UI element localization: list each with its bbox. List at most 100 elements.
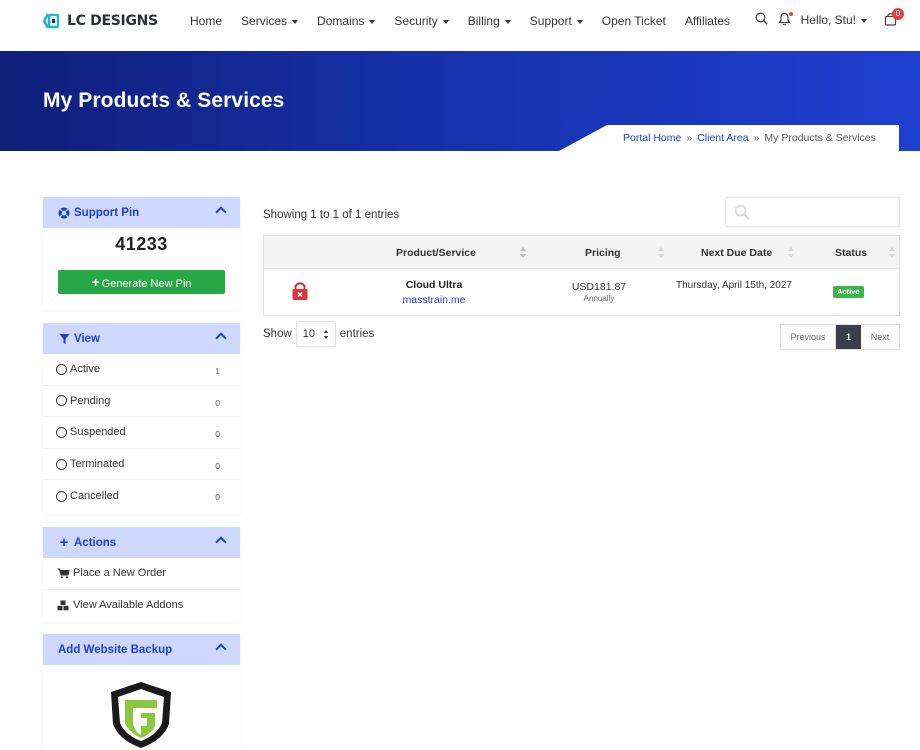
filter-count: 0: [215, 397, 220, 408]
products-table: Product/Service Pricing Next Due Date St…: [263, 235, 900, 316]
breadcrumb-separator-icon: »: [686, 132, 693, 144]
entries-label: entries: [339, 328, 375, 340]
filter-icon: [58, 333, 70, 345]
bell-icon[interactable]: [777, 12, 793, 28]
nav-domains[interactable]: Domains: [317, 14, 375, 28]
backup-shield-logo: [107, 680, 175, 750]
price-amount: USD181.87: [571, 281, 627, 293]
next-due-date: Thursday, April 15th, 2027: [676, 280, 792, 291]
view-filter-pending[interactable]: Pending 0: [43, 386, 240, 418]
actions-header[interactable]: + Actions: [43, 527, 240, 558]
generate-pin-button[interactable]: + Generate New Pin: [58, 270, 225, 294]
actions-title: Actions: [74, 536, 117, 549]
breadcrumb-separator-icon: »: [753, 132, 760, 144]
radio-icon: [56, 426, 67, 438]
filter-count: 0: [215, 492, 220, 503]
pagination-page-1[interactable]: 1: [836, 325, 861, 349]
view-filter-suspended[interactable]: Suspended 0: [43, 417, 240, 449]
page-title: My Products & Services: [43, 89, 285, 112]
product-domain-link[interactable]: masstrain.me: [364, 294, 504, 306]
notification-dot: [788, 12, 793, 16]
filter-count: 1: [215, 366, 220, 376]
chevron-up-icon[interactable]: [215, 206, 227, 218]
website-backup-panel: Add Website Backup: [43, 634, 240, 750]
page-size-control: Show 10 entries: [263, 321, 374, 347]
nav-affiliates[interactable]: Affiliates: [685, 14, 730, 28]
support-pin-title: Support Pin: [74, 206, 140, 219]
breadcrumb: Portal Home » Client Area » My Products & Se…: [559, 125, 899, 151]
logo-icon: [42, 12, 63, 30]
nav-open-ticket[interactable]: Open Ticket: [602, 14, 666, 28]
select-arrows-icon: [323, 330, 329, 339]
chevron-up-icon[interactable]: [215, 332, 227, 344]
pagination-next[interactable]: Next: [861, 325, 899, 349]
cart-icon[interactable]: 0: [884, 8, 904, 28]
view-filter-active[interactable]: Active 1: [43, 354, 240, 386]
brand-logo[interactable]: LC DESIGNS: [42, 11, 158, 31]
support-pin-header[interactable]: Support Pin: [43, 197, 240, 228]
nav-support[interactable]: Support: [530, 14, 583, 28]
page-header-banner: My Products & Services Portal Home » Clien…: [0, 51, 920, 151]
brand-name: LC DESIGNS: [67, 13, 158, 29]
view-title: View: [74, 332, 100, 345]
nav-home[interactable]: Home: [190, 14, 222, 28]
actions-panel: + Actions Place a New Order View Availab…: [43, 527, 240, 622]
view-filter-cancelled[interactable]: Cancelled 0: [43, 480, 240, 512]
ssl-lock-icon: [291, 281, 309, 304]
col-pricing[interactable]: Pricing: [585, 247, 621, 259]
cart-icon: [57, 568, 70, 579]
radio-icon: [56, 395, 67, 407]
search-icon: [734, 204, 750, 225]
main-menu: Home Services Domains Security Billing S…: [190, 14, 749, 28]
breadcrumb-client-area[interactable]: Client Area: [697, 132, 748, 144]
website-backup-title: Add Website Backup: [58, 643, 173, 656]
breadcrumb-portal-home[interactable]: Portal Home: [623, 132, 681, 144]
filter-count: 0: [215, 460, 220, 471]
chevron-up-icon[interactable]: [215, 643, 227, 655]
support-pin-value: 41233: [115, 234, 168, 254]
cubes-icon: [57, 600, 70, 611]
pagination: Previous 1 Next: [780, 324, 900, 350]
nav-security[interactable]: Security: [394, 14, 448, 28]
table-row[interactable]: Cloud Ultra masstrain.me USD181.87 Annua…: [264, 269, 899, 315]
nav-billing[interactable]: Billing: [468, 14, 511, 28]
search-icon[interactable]: [755, 12, 769, 28]
support-icon: [58, 207, 70, 219]
sort-icon[interactable]: [889, 247, 895, 258]
status-badge: Active: [833, 286, 864, 298]
sort-icon[interactable]: [658, 247, 664, 258]
website-backup-header[interactable]: Add Website Backup: [43, 634, 240, 665]
plus-icon: +: [91, 274, 100, 290]
nav-services[interactable]: Services: [241, 14, 298, 28]
view-header[interactable]: View: [43, 323, 240, 354]
chevron-up-icon[interactable]: [215, 536, 227, 548]
col-product-service[interactable]: Product/Service: [396, 247, 476, 259]
sort-icon[interactable]: [788, 247, 794, 258]
product-name: Cloud Ultra: [405, 279, 463, 291]
radio-icon: [56, 363, 67, 375]
table-header: Product/Service Pricing Next Due Date St…: [264, 236, 899, 269]
radio-icon: [56, 490, 67, 502]
view-panel: View Active 1 Pending 0 Suspended 0 Termina…: [43, 323, 240, 514]
user-menu[interactable]: Hello, Stu!: [801, 13, 867, 27]
cart-count-badge: 0: [892, 8, 904, 20]
breadcrumb-current: My Products & Services: [764, 132, 876, 144]
table-search-input[interactable]: [725, 197, 900, 227]
col-next-due-date[interactable]: Next Due Date: [701, 247, 772, 259]
view-addons-link[interactable]: View Available Addons: [43, 590, 240, 622]
pagination-previous[interactable]: Previous: [781, 325, 836, 349]
place-new-order-link[interactable]: Place a New Order: [43, 558, 240, 590]
filter-count: 0: [215, 429, 220, 440]
radio-icon: [56, 458, 67, 470]
sort-icon[interactable]: [520, 247, 526, 258]
page-size-select[interactable]: 10: [295, 321, 336, 347]
plus-icon: +: [59, 534, 69, 551]
col-status[interactable]: Status: [835, 247, 867, 259]
show-label: Show: [263, 328, 292, 340]
nav-right: Hello, Stu! 0: [746, 8, 904, 28]
support-pin-panel: Support Pin 41233 + Generate New Pin: [43, 197, 240, 310]
billing-cycle: Annually: [583, 294, 615, 303]
table-info-text: Showing 1 to 1 of 1 entries: [263, 209, 400, 221]
view-filter-terminated[interactable]: Terminated 0: [43, 449, 240, 481]
top-navbar: LC DESIGNS Home Services Domains Securit…: [0, 0, 920, 51]
